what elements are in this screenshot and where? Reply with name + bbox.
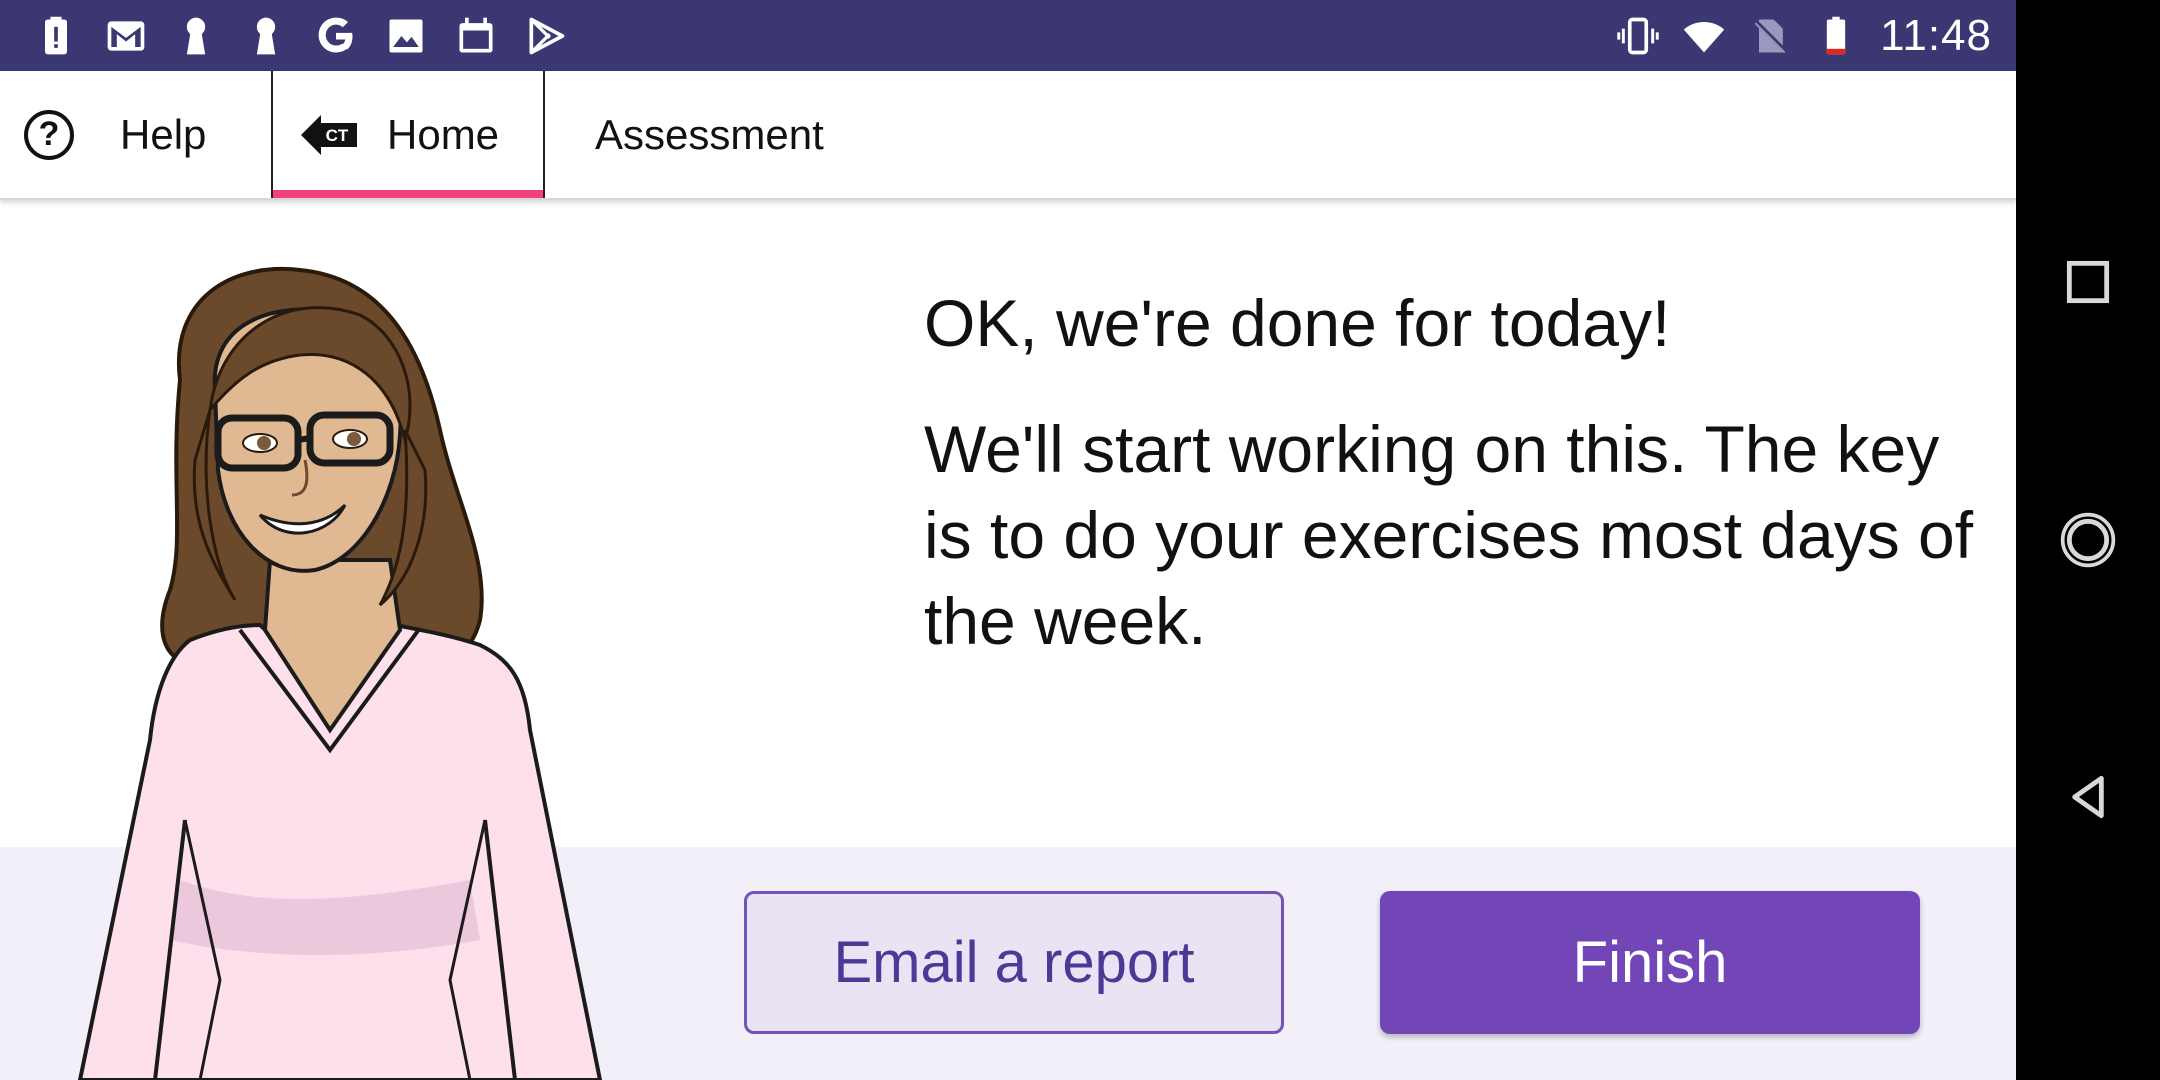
tab-assessment-label: Assessment [595,110,824,158]
vibrate-icon [1616,14,1660,58]
ct-back-arrow-icon: CT [299,111,359,159]
gmail-icon [104,14,148,58]
tab-home[interactable]: CT Home [271,71,545,198]
coach-character-illustration [60,260,620,1080]
wifi-icon [1682,14,1726,58]
app-tab-bar: ? Help CT Home Assessment [0,71,2016,200]
status-clock: 11:48 [1880,11,1992,60]
no-sim-icon [1748,14,1792,58]
message-heading: OK, we're done for today! [924,286,1671,360]
help-question-icon: ? [24,109,74,160]
message-body: We'll start working on this. The key is … [924,412,1974,658]
recents-square-icon [2066,260,2110,304]
calendar-app-icon [454,14,498,58]
home-nav-button[interactable] [2048,500,2128,580]
keyhole-icon [174,14,218,58]
navigation-bar [2016,0,2160,1080]
system-status-icons: 11:48 [1616,8,1992,64]
battery-low-icon [1814,14,1858,58]
notification-icons [34,8,568,64]
tab-home-label: Home [387,110,500,158]
email-report-button[interactable]: Email a report [744,891,1284,1034]
completion-message: OK, we're done for today! We'll start wo… [924,280,1984,664]
back-button[interactable] [2048,757,2128,837]
ct-badge-text: CT [326,126,349,145]
keyhole-icon-2 [244,14,288,58]
active-tab-indicator [273,190,543,198]
status-bar: 11:48 [0,0,2016,71]
tab-help[interactable]: ? Help [0,71,271,198]
recents-button[interactable] [2048,242,2128,322]
tab-help-label: Help [120,110,207,158]
home-circle-icon [2060,512,2116,568]
finish-button[interactable]: Finish [1380,891,1920,1034]
back-triangle-icon [2072,775,2104,819]
tab-assessment[interactable]: Assessment [545,71,845,198]
play-store-icon [524,14,568,58]
google-icon [314,14,358,58]
alert-battery-icon [34,14,78,58]
image-icon [384,14,428,58]
